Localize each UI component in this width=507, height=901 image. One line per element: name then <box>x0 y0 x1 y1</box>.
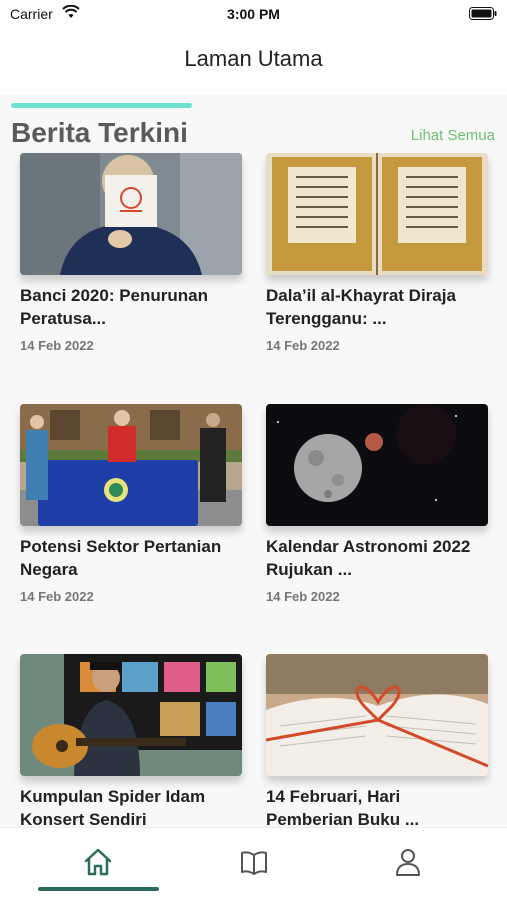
news-card[interactable]: 14 Februari, Hari Pemberian Buku ... <box>266 654 488 827</box>
news-thumbnail-census[interactable] <box>20 153 242 275</box>
page-title: Laman Utama <box>184 46 323 71</box>
see-all-link[interactable]: Lihat Semua <box>411 127 495 144</box>
news-card[interactable]: Potensi Sektor Pertanian Negara 14 Feb 2… <box>20 404 242 604</box>
news-thumbnail-concert[interactable] <box>20 654 242 776</box>
profile-icon <box>396 849 420 876</box>
news-date: 14 Feb 2022 <box>266 589 340 604</box>
tab-bar <box>0 827 507 901</box>
battery-icon <box>469 7 497 20</box>
news-card[interactable]: Dala’il al-Khayrat Diraja Terengganu: ..… <box>266 153 488 353</box>
tab-library[interactable] <box>234 844 274 880</box>
news-date: 14 Feb 2022 <box>266 338 340 353</box>
news-title: Kalendar Astronomi 2022 Rujukan ... <box>266 537 471 579</box>
news-date: 14 Feb 2022 <box>20 338 94 353</box>
news-card[interactable]: Banci 2020: Penurunan Peratusa... 14 Feb… <box>20 153 242 353</box>
news-title: Banci 2020: Penurunan Peratusa... <box>20 286 209 328</box>
news-thumbnail-books[interactable] <box>266 654 488 776</box>
news-thumbnail-manuscript[interactable] <box>266 153 488 275</box>
tab-active-indicator <box>38 887 159 891</box>
news-title: Potensi Sektor Pertanian Negara <box>20 537 222 579</box>
news-date: 14 Feb 2022 <box>20 589 94 604</box>
news-thumbnail-agriculture[interactable] <box>20 404 242 526</box>
news-title: Kumpulan Spider Idam Konsert Sendiri <box>20 787 206 827</box>
tab-profile[interactable] <box>388 844 428 880</box>
news-thumbnail-moon[interactable] <box>266 404 488 526</box>
book-icon <box>241 851 267 875</box>
news-title: 14 Februari, Hari Pemberian Buku ... <box>266 787 420 827</box>
news-card[interactable]: Kalendar Astronomi 2022 Rujukan ... 14 F… <box>266 404 488 604</box>
section-title: Berita Terkini <box>11 117 188 148</box>
status-time: 3:00 PM <box>227 6 280 22</box>
news-content[interactable]: Berita Terkini Lihat Semua Banci 2020: P… <box>0 95 507 827</box>
section-indicator <box>11 103 192 108</box>
news-title: Dala’il al-Khayrat Diraja Terengganu: ..… <box>266 286 456 328</box>
news-card[interactable]: Kumpulan Spider Idam Konsert Sendiri <box>20 654 242 827</box>
home-icon <box>84 848 112 876</box>
tab-home[interactable] <box>78 844 118 880</box>
status-bar: Carrier 3:00 PM <box>0 0 507 28</box>
